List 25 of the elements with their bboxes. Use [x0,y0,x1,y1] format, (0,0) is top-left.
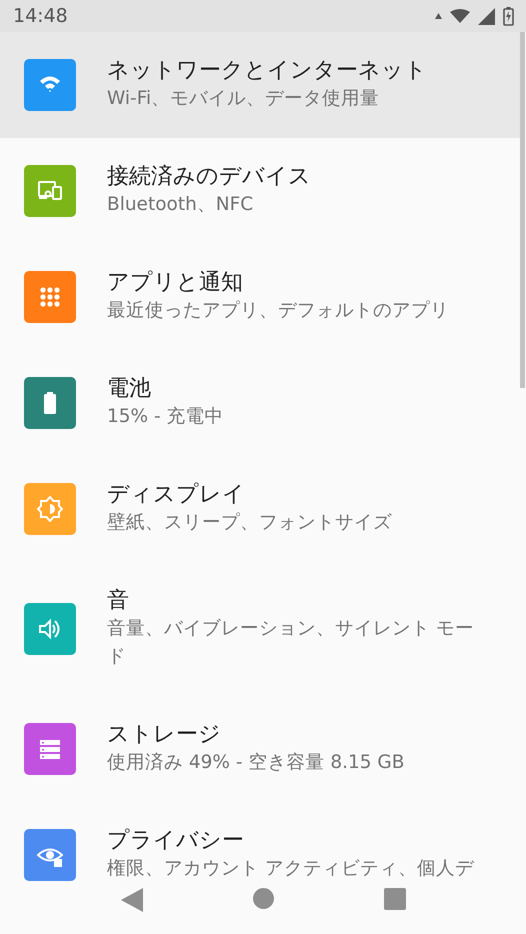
settings-item[interactable]: アプリと通知 最近使ったアプリ、デフォルトのアプリ [0,244,520,350]
item-title: 音 [107,587,130,616]
item-title: ディスプレイ [107,481,246,510]
item-subtitle: Bluetooth、NFC [107,193,254,218]
item-subtitle: 15% - 充電中 [107,405,225,430]
item-title: アプリと通知 [107,269,244,298]
item-subtitle: 最近使ったアプリ、デフォルトのアプリ [107,299,450,324]
item-subtitle: 使用済み 49% - 空き容量 8.15 GB [107,751,406,776]
item-subtitle: 権限、アカウント アクティビティ、個人デ [107,857,475,882]
item-subtitle: Wi-Fi、モバイル、データ使用量 [107,87,380,112]
item-subtitle: 壁紙、スリープ、フォントサイズ [107,511,393,536]
settings-item[interactable]: 電池 15% - 充電中 [0,350,520,456]
settings-item[interactable]: ネットワークとインターネット Wi-Fi、モバイル、データ使用量 [0,32,520,138]
settings-item[interactable]: ディスプレイ 壁紙、スリープ、フォントサイズ [0,456,520,562]
item-subtitle: 音量、バイブレーション、サイレント モード [107,617,475,670]
item-title: 接続済みのデバイス [107,163,312,192]
settings-item[interactable]: 音 音量、バイブレーション、サイレント モード [0,562,520,696]
item-title: プライバシー [107,827,245,856]
settings-item[interactable]: プライバシー 権限、アカウント アクティビティ、個人デ [0,802,520,885]
item-title: ストレージ [107,721,222,750]
status-time: 14:48 [13,4,68,29]
settings-item[interactable]: ストレージ 使用済み 49% - 空き容量 8.15 GB [0,696,520,802]
item-title: 電池 [107,375,152,404]
item-title: ネットワークとインターネット [107,57,428,86]
settings-item[interactable]: 接続済みのデバイス Bluetooth、NFC [0,138,520,244]
